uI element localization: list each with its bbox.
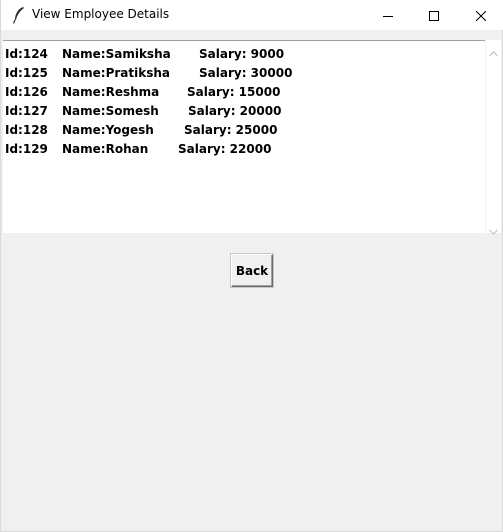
record-salary: Salary: 22000 bbox=[178, 142, 272, 156]
record-id: Id:128 bbox=[5, 123, 48, 137]
record-id: Id:126 bbox=[5, 85, 48, 99]
vertical-scrollbar[interactable] bbox=[486, 40, 501, 235]
feather-icon bbox=[12, 6, 26, 24]
record-name: Name:Pratiksha bbox=[62, 66, 171, 80]
maximize-button[interactable] bbox=[411, 0, 457, 30]
record-name: Name:Somesh bbox=[62, 104, 159, 118]
close-button[interactable] bbox=[458, 0, 503, 30]
chevron-down-icon[interactable] bbox=[488, 221, 499, 235]
record-id: Id:129 bbox=[5, 142, 48, 156]
window-title: View Employee Details bbox=[32, 7, 170, 21]
record-name: Name:Reshma bbox=[62, 85, 160, 99]
record-salary: Salary: 30000 bbox=[199, 66, 293, 80]
record-name: Name:Samiksha bbox=[62, 47, 171, 61]
employee-details-window: View Employee Details Id:124 Name:Samiks… bbox=[0, 0, 503, 532]
record-salary: Salary: 9000 bbox=[199, 47, 285, 61]
minimize-button[interactable] bbox=[365, 0, 411, 30]
record-salary: Salary: 25000 bbox=[184, 123, 278, 137]
chevron-up-icon[interactable] bbox=[488, 43, 499, 57]
record-id: Id:125 bbox=[5, 66, 48, 80]
record-salary: Salary: 20000 bbox=[188, 104, 282, 118]
minimize-icon bbox=[383, 6, 393, 25]
record-name: Name:Yogesh bbox=[62, 123, 154, 137]
maximize-icon bbox=[429, 6, 439, 25]
record-name: Name:Rohan bbox=[62, 142, 149, 156]
record-salary: Salary: 15000 bbox=[187, 85, 281, 99]
record-id: Id:127 bbox=[5, 104, 48, 118]
title-bar[interactable]: View Employee Details bbox=[1, 0, 503, 30]
employee-list-text[interactable]: Id:124 Name:Samiksha Salary: 9000 Id:125… bbox=[3, 40, 485, 233]
close-icon bbox=[475, 6, 487, 25]
back-button[interactable]: Back bbox=[231, 254, 273, 287]
record-id: Id:124 bbox=[5, 47, 48, 61]
